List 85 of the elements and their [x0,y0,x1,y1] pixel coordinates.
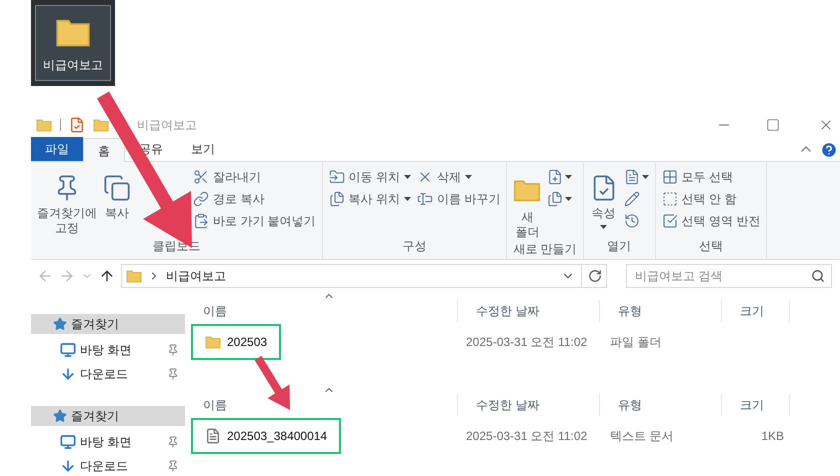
checkbox-icon [662,213,678,229]
star-icon [53,409,67,423]
monitor-icon [60,434,76,450]
ribbon-button[interactable]: 삭제 [417,166,500,188]
desktop-shortcut[interactable]: 비급여보고 [31,0,115,86]
grid-icon [662,169,678,185]
clipboard-icon [193,213,209,229]
monitor-icon [60,342,76,358]
date-cell-text: 2025-03-31 오전 11:02 [465,334,588,351]
ribbon-button[interactable]: 잘라내기 [193,166,316,188]
ribbon-tab[interactable]: 홈 [83,138,125,162]
nav-item[interactable]: 바탕 화면 [31,430,185,454]
search-icon[interactable] [811,269,825,283]
file-name-cell[interactable]: 202503 [191,324,282,360]
date-cell-text: 2025-03-31 오전 11:02 [465,428,588,445]
pointer-arrow [254,356,290,410]
down-arrow-icon [60,366,76,382]
file-plus-icon [547,169,564,185]
help-icon[interactable] [820,141,838,159]
type-cell-text: 파일 폴더 [609,334,662,351]
document-check-icon[interactable] [69,117,85,133]
search-field[interactable]: 비급여보고 검색 [626,264,832,288]
document-icon [624,169,640,185]
ribbon-button[interactable]: 경로 복사 [193,188,316,210]
nav-item[interactable]: 즐겨찾기 [31,314,185,334]
maximize-icon[interactable] [766,118,780,132]
pin-icon [167,436,179,448]
folder-icon [36,117,52,133]
ribbon-button[interactable]: 이름 바꾸기 [417,188,500,210]
nav-item[interactable]: 바탕 화면 [31,338,185,362]
folder-icon [93,117,109,133]
text-cursor-icon [417,191,434,207]
group-label: 새로 만들기 [513,241,577,258]
ribbon-button[interactable]: 이동 위치 [328,166,412,188]
history-icon [624,213,640,229]
files-icon [328,191,345,207]
group-label: 선택 [698,238,724,255]
files-icon [547,191,564,207]
file-name-cell[interactable]: 202503_38400014 [191,418,342,454]
folder-arrow-icon [328,169,345,185]
group-label: 구성 [402,238,428,255]
window-title: 비급여보고 [137,117,197,134]
dashed-square-icon [662,191,678,207]
nav-item[interactable]: 다운로드 [31,362,185,386]
shortcut-label: 비급여보고 [43,57,103,74]
refresh-icon[interactable] [588,269,602,283]
nav-item[interactable]: 즐겨찾기 [31,406,185,426]
star-icon [53,317,67,331]
group-label: 열기 [606,238,632,255]
ribbon-button[interactable]: 선택 영역 반전 [662,210,760,232]
breadcrumb[interactable]: 비급여보고 [166,267,555,285]
ribbon-button[interactable]: 즐겨찾기에 고정 [37,166,97,236]
ribbon-button[interactable]: 복사 위치 [328,188,412,210]
pin-icon [167,344,179,356]
ribbon-tab[interactable]: 보기 [177,137,229,161]
ribbon-button[interactable]: 복사 [103,166,131,221]
pin-icon [167,460,179,472]
search-input[interactable]: 비급여보고 검색 [627,265,811,287]
type-cell-text: 텍스트 문서 [609,428,674,445]
scissors-icon [193,169,209,185]
size-cell-text: 1KB [760,428,785,445]
ribbon-button[interactable]: 속성 [590,166,618,229]
pin-icon [167,368,179,380]
pencil-icon [624,191,640,207]
nav-item[interactable]: 다운로드 [31,454,185,476]
ribbon-button[interactable]: 선택 안 함 [662,188,760,210]
ribbon-button[interactable]: 새 폴더 [513,166,542,240]
document-icon [205,428,221,444]
copy-icon [103,174,131,202]
column-header[interactable]: 수정한 날짜 [458,394,600,416]
folder-icon [126,268,142,284]
folder-icon [205,334,221,350]
address-bar[interactable]: 비급여보고 [121,264,607,288]
column-header[interactable]: 유형 [600,394,722,416]
column-header[interactable]: 수정한 날짜 [458,300,600,322]
down-arrow-icon [60,458,76,474]
column-header[interactable]: 크기 [722,394,790,416]
ribbon-button[interactable]: 모두 선택 [662,166,760,188]
column-header[interactable]: 유형 [600,300,722,322]
up-icon[interactable] [99,268,115,284]
column-header[interactable]: 크기 [722,300,790,322]
column-header[interactable]: 이름 [185,300,458,322]
file-tab[interactable]: 파일 [31,137,83,161]
ribbon-button[interactable]: 바로 가기 붙여넣기 [193,210,316,232]
link-icon [193,191,209,207]
